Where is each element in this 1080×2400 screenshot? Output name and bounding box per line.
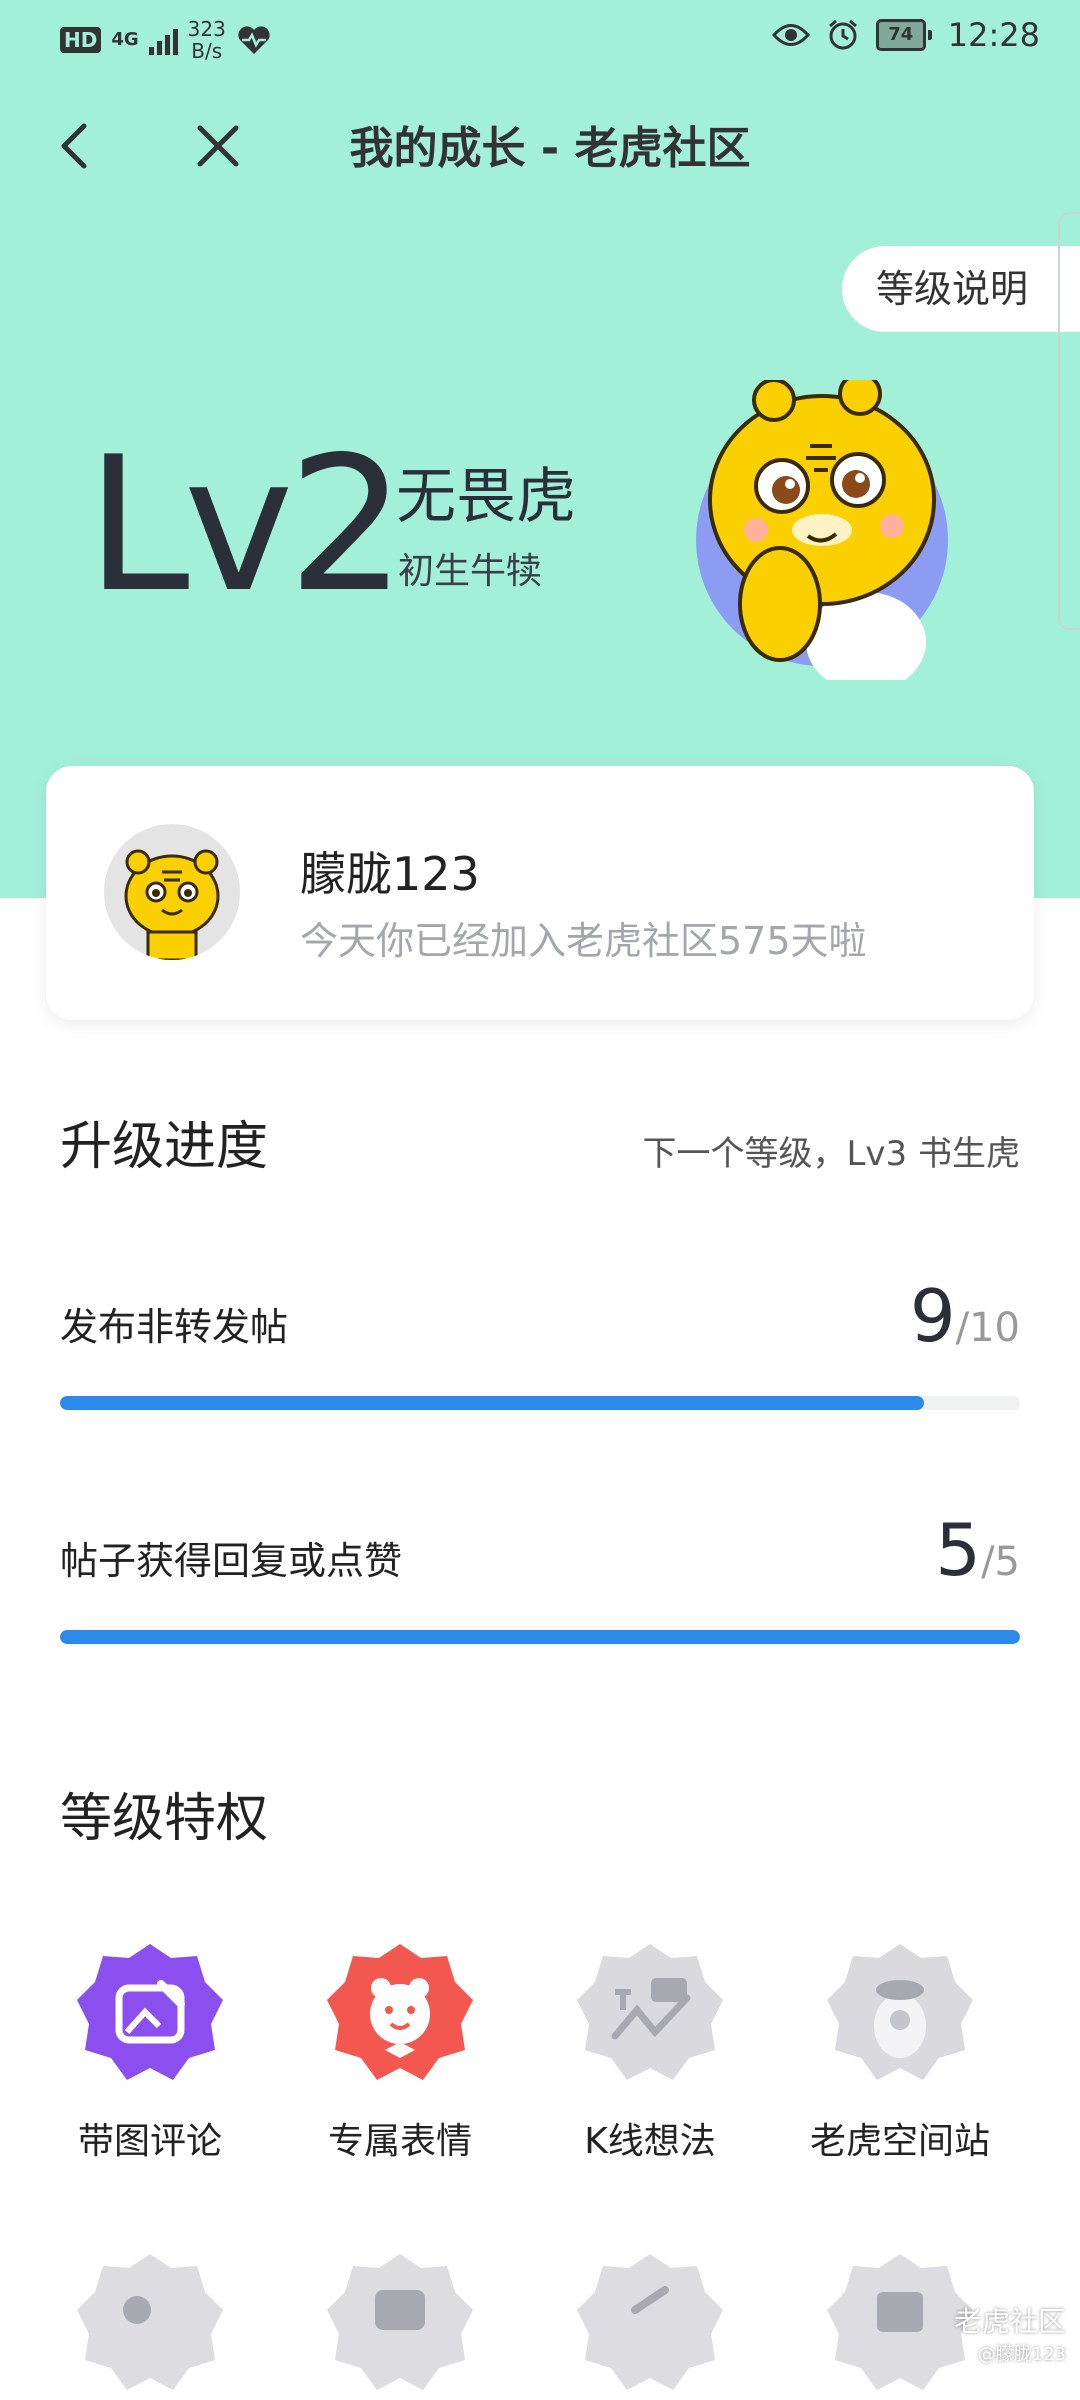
signal-icon [148,25,178,55]
privilege-badge-icon[interactable] [825,2250,975,2400]
privilege-label: 专属表情 [327,2121,472,2162]
space-station-icon [827,1944,973,2080]
privileges-section-title: 等级特权 [60,1789,269,1849]
privilege-item-space-station[interactable]: 老虎空间站 [800,1940,1000,2164]
progress-section-title: 升级进度 [60,1117,269,1177]
status-bar: HD 4G 323 B/s 74 12:28 [0,0,1080,80]
tiger-mascot-icon [696,380,948,680]
hd-indicator: HD [60,27,102,53]
avatar [104,824,240,960]
progress-bar-replies [60,1630,1020,1644]
heart-rate-icon [238,26,270,54]
privilege-badge-icon[interactable] [575,2250,725,2400]
level-code: Lv2 [86,416,406,633]
next-level-text: 下一个等级，Lv3 书生虎 [642,1134,1020,1174]
privilege-label: K线想法 [584,2121,716,2162]
privilege-item-image-comment[interactable]: 带图评论 [50,1940,250,2164]
battery-icon: 74 [875,19,932,51]
image-comment-icon [77,1944,223,2080]
member-days-text: 今天你已经加入老虎社区575天啦 [300,919,867,963]
level-explanation-button[interactable]: 等级说明 [842,246,1080,332]
progress-fill-posts [60,1396,924,1410]
alarm-icon [828,19,857,50]
exclusive-emoji-icon [327,1944,473,2080]
watermark: 老虎社区 @朦胧123 [953,2305,1066,2365]
task-label-replies: 帖子获得回复或点赞 [60,1539,403,1583]
privilege-item-emoji[interactable]: 专属表情 [300,1940,500,2164]
level-name: 无畏虎 [396,462,576,532]
page-title: 我的成长 - 老虎社区 [349,123,751,174]
privilege-label: 带图评论 [77,2121,222,2162]
privilege-badge-icon[interactable] [75,2250,225,2400]
side-handle[interactable] [1058,212,1080,630]
progress-bar-posts [60,1396,1020,1410]
privilege-badge-icon[interactable] [325,2250,475,2400]
user-name: 朦胧123 [300,847,480,901]
task-count-posts: 9/10 [909,1274,1020,1358]
network-type: 4G [111,29,139,50]
eye-icon [771,24,810,46]
network-speed: 323 B/s [187,17,226,63]
task-count-replies: 5/5 [935,1508,1020,1592]
clock: 12:28 [947,16,1040,54]
level-subtitle: 初生牛犊 [398,551,543,592]
privilege-label: 老虎空间站 [809,2121,990,2162]
kline-idea-icon [577,1944,723,2080]
task-label-posts: 发布非转发帖 [60,1305,289,1349]
progress-fill-replies [60,1630,1020,1644]
privilege-item-kline[interactable]: K线想法 [550,1940,750,2164]
user-card[interactable]: 朦胧123 今天你已经加入老虎社区575天啦 [46,766,1034,1020]
